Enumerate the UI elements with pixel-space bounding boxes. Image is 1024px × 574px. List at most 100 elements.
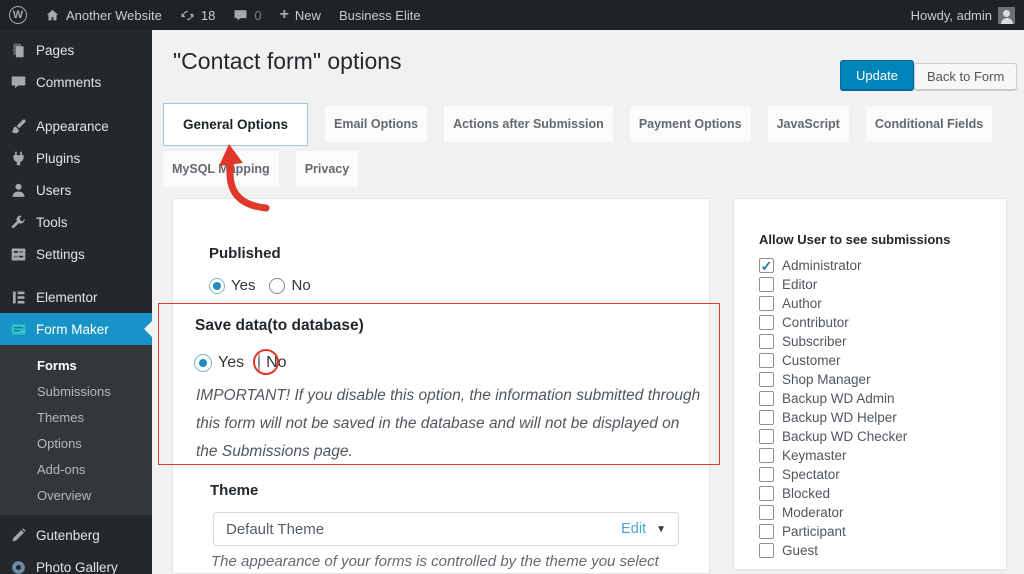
role-label: Blocked bbox=[782, 486, 831, 501]
sidebar-item-appearance[interactable]: Appearance bbox=[0, 110, 152, 142]
tab-mysql-mapping[interactable]: MySQL Mapping bbox=[163, 151, 279, 187]
settings-icon bbox=[11, 248, 26, 260]
site-name-menu[interactable]: Another Website bbox=[36, 0, 171, 30]
role-label: Shop Manager bbox=[782, 372, 871, 387]
role-row-guest: Guest bbox=[759, 541, 907, 560]
role-row-spectator: Spectator bbox=[759, 465, 907, 484]
role-checkbox[interactable] bbox=[759, 486, 774, 501]
save-data-yes-radio[interactable] bbox=[194, 354, 212, 372]
role-checkbox[interactable] bbox=[759, 391, 774, 406]
tab-actions-after-submission[interactable]: Actions after Submission bbox=[444, 106, 613, 142]
tab-general-options[interactable]: General Options bbox=[163, 103, 309, 146]
tab-javascript[interactable]: JavaScript bbox=[767, 106, 849, 142]
role-checkbox[interactable] bbox=[759, 505, 774, 520]
sidebar-item-settings[interactable]: Settings bbox=[0, 238, 152, 270]
submenu-item-forms[interactable]: Forms bbox=[0, 352, 152, 378]
active-theme-menu[interactable]: Business Elite bbox=[330, 0, 430, 30]
published-no-radio[interactable] bbox=[269, 277, 286, 294]
theme-select-dropdown[interactable]: Default Theme Edit ▼ bbox=[213, 512, 679, 546]
save-data-yes-label[interactable]: Yes bbox=[218, 354, 244, 372]
sidebar-item-photo-gallery[interactable]: Photo Gallery bbox=[0, 551, 152, 574]
sidebar-item-pages[interactable]: Pages bbox=[0, 34, 152, 66]
role-label: Author bbox=[782, 296, 822, 311]
sidebar-item-comments[interactable]: Comments bbox=[0, 66, 152, 98]
tab-payment-options[interactable]: Payment Options bbox=[629, 106, 751, 142]
published-no-label[interactable]: No bbox=[291, 277, 310, 294]
submenu-item-submissions[interactable]: Submissions bbox=[0, 378, 152, 404]
active-theme-label: Business Elite bbox=[338, 7, 421, 23]
role-row-shop-manager: Shop Manager bbox=[759, 370, 907, 389]
role-checkbox[interactable] bbox=[759, 467, 774, 482]
account-menu[interactable]: Howdy, admin bbox=[902, 0, 1024, 30]
role-checkbox[interactable] bbox=[759, 524, 774, 539]
update-button[interactable]: Update bbox=[840, 60, 914, 90]
theme-selected-value: Default Theme bbox=[226, 520, 325, 538]
role-label: Contributor bbox=[782, 315, 849, 330]
role-label: Keymaster bbox=[782, 448, 847, 463]
home-icon bbox=[46, 9, 59, 20]
role-label: Moderator bbox=[782, 505, 844, 520]
tab-privacy[interactable]: Privacy bbox=[295, 151, 359, 187]
role-checkbox[interactable] bbox=[759, 334, 774, 349]
submenu-item-options[interactable]: Options bbox=[0, 430, 152, 456]
sidebar-item-label: Appearance bbox=[36, 118, 109, 134]
page-title: "Contact form" options bbox=[173, 48, 402, 74]
role-row-editor: Editor bbox=[759, 275, 907, 294]
role-checkbox[interactable] bbox=[759, 448, 774, 463]
submenu-item-add-ons[interactable]: Add-ons bbox=[0, 456, 152, 482]
tab-email-options[interactable]: Email Options bbox=[325, 106, 428, 142]
published-yes-radio[interactable] bbox=[209, 277, 225, 294]
theme-edit-link[interactable]: Edit bbox=[621, 521, 646, 537]
sidebar-item-users[interactable]: Users bbox=[0, 174, 152, 206]
sidebar-item-label: Plugins bbox=[36, 150, 81, 166]
admin-sidebar: Pages Comments Appearance Plugins Users … bbox=[0, 30, 152, 574]
role-row-backup-wd-checker: Backup WD Checker bbox=[759, 427, 907, 446]
sidebar-item-tools[interactable]: Tools bbox=[0, 206, 152, 238]
update-count: 18 bbox=[200, 7, 216, 23]
new-label: New bbox=[294, 7, 321, 23]
role-row-backup-wd-helper: Backup WD Helper bbox=[759, 408, 907, 427]
photo-gallery-icon bbox=[12, 560, 25, 574]
sidebar-item-plugins[interactable]: Plugins bbox=[0, 142, 152, 174]
save-data-no-label[interactable]: No bbox=[266, 354, 286, 372]
pages-icon bbox=[13, 43, 24, 57]
check-icon: ✓ bbox=[760, 257, 773, 274]
role-label: Administrator bbox=[782, 258, 862, 273]
role-checkbox[interactable]: ✓ bbox=[759, 258, 774, 273]
tab-conditional-fields[interactable]: Conditional Fields bbox=[865, 106, 993, 142]
role-checkbox[interactable] bbox=[759, 372, 774, 387]
plugins-icon bbox=[13, 151, 24, 165]
role-checkbox[interactable] bbox=[759, 277, 774, 292]
updates-menu[interactable]: 18 bbox=[171, 0, 224, 30]
sidebar-item-elementor[interactable]: Elementor bbox=[0, 281, 152, 313]
tabs-row-2: MySQL Mapping Privacy bbox=[163, 148, 359, 187]
save-data-annotation-box: Save data(to database) Yes No IMPORTANT!… bbox=[158, 303, 720, 465]
role-row-keymaster: Keymaster bbox=[759, 446, 907, 465]
sidebar-item-gutenberg[interactable]: Gutenberg bbox=[0, 519, 152, 551]
submenu-item-overview[interactable]: Overview bbox=[0, 482, 152, 508]
back-to-form-button[interactable]: Back to Form bbox=[914, 63, 1018, 90]
tools-icon bbox=[11, 215, 25, 228]
save-data-no-radio[interactable] bbox=[258, 353, 261, 372]
roles-list: ✓ Administrator Editor Author Contributo… bbox=[759, 256, 907, 560]
role-row-blocked: Blocked bbox=[759, 484, 907, 503]
sidebar-item-label: Gutenberg bbox=[36, 527, 100, 543]
role-checkbox[interactable] bbox=[759, 543, 774, 558]
new-menu[interactable]: + New bbox=[271, 0, 330, 30]
appearance-icon bbox=[11, 118, 26, 133]
role-checkbox[interactable] bbox=[759, 410, 774, 425]
save-data-radio-group: Yes No bbox=[194, 349, 301, 375]
role-checkbox[interactable] bbox=[759, 353, 774, 368]
submenu-item-themes[interactable]: Themes bbox=[0, 404, 152, 430]
sidebar-item-label: Form Maker bbox=[36, 321, 109, 337]
comment-count: 0 bbox=[254, 7, 262, 23]
role-checkbox[interactable] bbox=[759, 296, 774, 311]
wp-logo-menu[interactable]: W bbox=[0, 0, 36, 30]
role-checkbox[interactable] bbox=[759, 429, 774, 444]
sidebar-item-form-maker[interactable]: Form Maker bbox=[0, 313, 152, 345]
role-label: Participant bbox=[782, 524, 846, 539]
role-checkbox[interactable] bbox=[759, 315, 774, 330]
comments-menu[interactable]: 0 bbox=[224, 0, 270, 30]
role-row-backup-wd-admin: Backup WD Admin bbox=[759, 389, 907, 408]
published-yes-label[interactable]: Yes bbox=[231, 277, 255, 294]
